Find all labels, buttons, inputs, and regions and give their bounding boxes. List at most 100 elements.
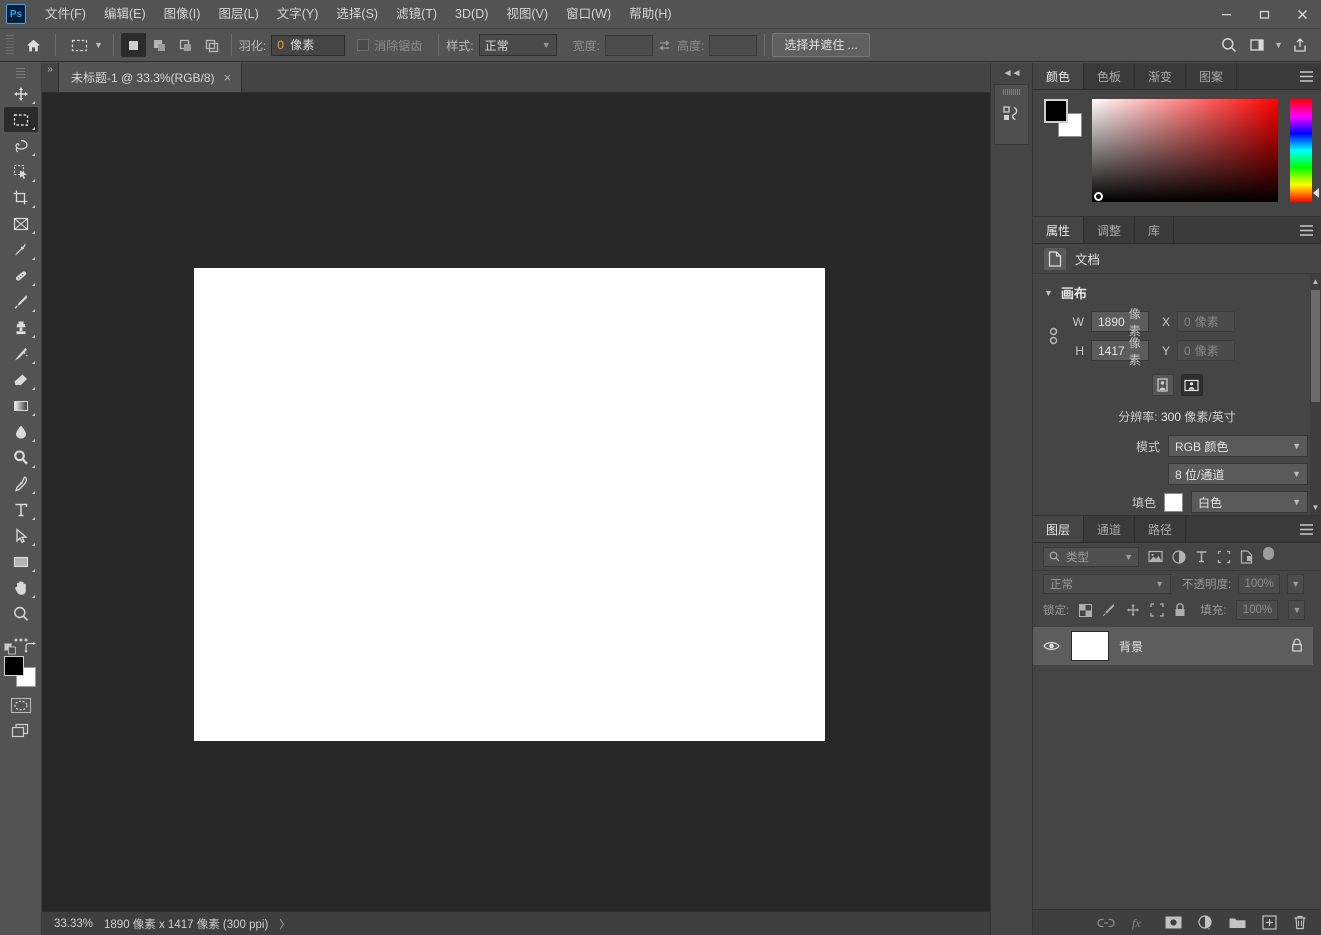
menu-file[interactable]: 文件(F) [36,0,95,28]
scrollbar-thumb[interactable] [1311,290,1320,402]
layer-style-fx-icon[interactable]: fx [1131,916,1149,930]
tool-preset-picker[interactable]: ▼ [66,33,103,57]
new-group-icon[interactable] [1229,916,1246,929]
layer-visibility-icon[interactable] [1041,640,1061,652]
scroll-down-icon[interactable]: ▼ [1310,500,1321,515]
color-swatches[interactable] [3,642,38,688]
layer-lock-icon[interactable] [1291,638,1303,655]
fill-color-swatch[interactable] [1164,492,1183,512]
canvas-y-input[interactable]: 0 像素 [1177,340,1235,361]
select-and-mask-button[interactable]: 选择并遮住 ... [772,33,870,57]
status-expand-icon[interactable]: 〉 [279,916,290,932]
lock-artboard-icon[interactable] [1150,603,1164,617]
feather-input[interactable]: 0 像素 [271,34,346,56]
layer-filter-select[interactable]: 类型 ▼ [1043,546,1139,567]
menu-help[interactable]: 帮助(H) [620,0,680,28]
blend-mode-select[interactable]: 正常 ▼ [1043,574,1171,594]
spot-healing-tool[interactable] [4,263,38,288]
smart-object-filter-icon[interactable] [1240,549,1253,564]
menu-select[interactable]: 选择(S) [327,0,387,28]
opacity-value[interactable]: 100% [1238,574,1281,594]
intersect-selection-button[interactable] [199,33,224,57]
document-tab[interactable]: 未标题-1 @ 33.3%(RGB/8) × [58,63,243,92]
scroll-up-icon[interactable]: ▲ [1310,274,1321,289]
clone-stamp-tool[interactable] [4,315,38,340]
antialias-row[interactable]: 消除锯齿 [357,37,427,54]
frame-tool[interactable] [4,211,38,236]
tab-paths[interactable]: 路径 [1135,516,1187,542]
screen-mode-icon[interactable] [8,720,34,742]
document-canvas[interactable] [194,268,825,741]
new-layer-icon[interactable] [1262,915,1277,930]
swap-arrows-icon[interactable] [653,34,677,56]
minimize-button[interactable] [1207,0,1245,28]
search-icon[interactable] [1216,33,1242,57]
rectangle-tool[interactable] [4,549,38,574]
delete-layer-icon[interactable] [1293,915,1307,930]
color-picker-handle[interactable] [1094,192,1103,201]
height-input[interactable] [709,34,758,56]
tab-layers[interactable]: 图层 [1033,516,1085,542]
lock-transparency-icon[interactable] [1079,603,1093,617]
properties-scrollbar[interactable]: ▲ ▼ [1310,274,1321,515]
lock-position-icon[interactable] [1126,603,1140,617]
landscape-icon[interactable] [1180,374,1203,396]
shape-filter-icon[interactable] [1217,550,1231,564]
share-icon[interactable] [1287,33,1313,57]
canvas-area[interactable] [42,93,990,911]
menu-type[interactable]: 文字(Y) [268,0,328,28]
hand-tool[interactable] [4,575,38,600]
menu-edit[interactable]: 编辑(E) [95,0,155,28]
layer-thumbnail[interactable] [1071,631,1109,661]
canvas-width-input[interactable]: 1890 像素 [1091,307,1149,338]
add-mask-icon[interactable] [1165,916,1182,929]
fill-value[interactable]: 100% [1236,600,1279,620]
tab-gradients[interactable]: 渐变 [1135,63,1187,89]
color-mode-select[interactable]: RGB 颜色 ▼ [1168,435,1308,457]
tab-swatches[interactable]: 色板 [1084,63,1136,89]
fill-stepper[interactable]: ▼ [1288,600,1306,620]
link-layers-icon[interactable] [1097,917,1115,929]
menu-image[interactable]: 图像(I) [155,0,210,28]
menu-view[interactable]: 视图(V) [497,0,557,28]
portrait-icon[interactable] [1151,374,1174,396]
pen-tool[interactable] [4,471,38,496]
options-bar-grip[interactable] [6,35,14,55]
tab-properties[interactable]: 属性 [1033,217,1085,243]
tab-adjustments[interactable]: 调整 [1084,217,1136,243]
maximize-button[interactable] [1245,0,1283,28]
fill-color-select[interactable]: 白色 ▼ [1191,491,1308,513]
path-selection-tool[interactable] [4,523,38,548]
history-panel-collapsed[interactable] [994,84,1029,145]
move-tool[interactable] [4,81,38,106]
crop-tool[interactable] [4,185,38,210]
subtract-from-selection-button[interactable] [173,33,198,57]
canvas-height-input[interactable]: 1417 像素 [1091,336,1149,367]
lock-image-icon[interactable] [1102,603,1116,617]
style-select[interactable]: 正常 ▼ [478,34,557,56]
lasso-tool[interactable] [4,133,38,158]
color-foreground-swatch[interactable] [1044,99,1068,123]
hue-slider[interactable] [1290,99,1319,202]
expand-dock-icon[interactable]: ◄◄ [991,63,1032,84]
link-chain-icon[interactable] [1044,325,1063,347]
marquee-tool[interactable] [3,107,38,132]
eyedropper-tool[interactable] [4,237,38,262]
new-selection-button[interactable] [120,33,146,57]
filter-toggle-switch[interactable] [1262,546,1275,567]
menu-3d[interactable]: 3D(D) [446,0,497,28]
hamburger-menu-icon[interactable] [1299,217,1314,244]
gradient-tool[interactable] [4,393,38,418]
close-icon[interactable]: × [224,71,232,84]
tab-patterns[interactable]: 图案 [1186,63,1238,89]
default-colors-icon[interactable] [3,643,18,657]
antialias-checkbox[interactable] [357,39,370,51]
chevron-down-icon[interactable]: ▼ [1044,288,1053,298]
image-filter-icon[interactable] [1148,550,1163,563]
tab-channels[interactable]: 通道 [1084,516,1136,542]
toolbar-grip[interactable] [16,68,25,78]
workspace-icon[interactable] [1244,33,1270,57]
canvas-x-input[interactable]: 0 像素 [1177,311,1235,332]
eraser-tool[interactable] [4,367,38,392]
menu-layer[interactable]: 图层(L) [209,0,267,28]
